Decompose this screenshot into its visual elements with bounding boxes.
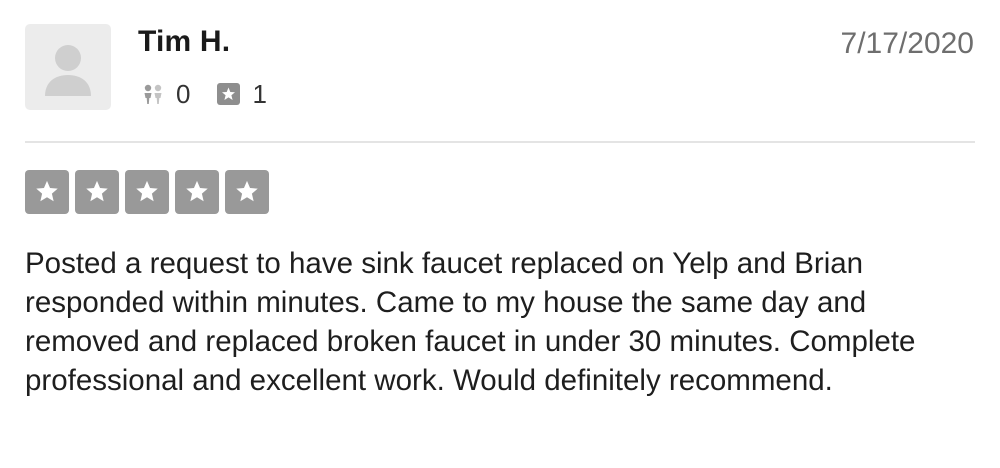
star-icon	[136, 180, 158, 202]
rating-star-box	[175, 170, 219, 214]
friends-count: 0	[176, 79, 191, 109]
review-date: 7/17/2020	[840, 27, 974, 60]
star-badge-icon	[214, 79, 244, 109]
rating-star-box	[125, 170, 169, 214]
star-icon	[36, 180, 58, 202]
default-avatar-icon	[45, 45, 91, 96]
star-rating	[25, 170, 275, 214]
reviews-count: 1	[252, 79, 267, 109]
user-avatar[interactable]	[25, 24, 111, 110]
rating-star-box	[225, 170, 269, 214]
friends-icon	[138, 79, 168, 109]
review-text: Posted a request to have sink faucet rep…	[25, 247, 916, 397]
star-icon	[186, 180, 208, 202]
user-stats: 0 1	[138, 78, 291, 110]
friends-stat: 0	[138, 79, 190, 109]
rating-star-box	[25, 170, 69, 214]
divider	[25, 141, 975, 143]
user-name-link[interactable]: Tim H.	[138, 24, 230, 60]
star-icon	[236, 180, 258, 202]
reviews-stat: 1	[214, 79, 267, 109]
star-icon	[86, 180, 108, 202]
rating-star-box	[75, 170, 119, 214]
